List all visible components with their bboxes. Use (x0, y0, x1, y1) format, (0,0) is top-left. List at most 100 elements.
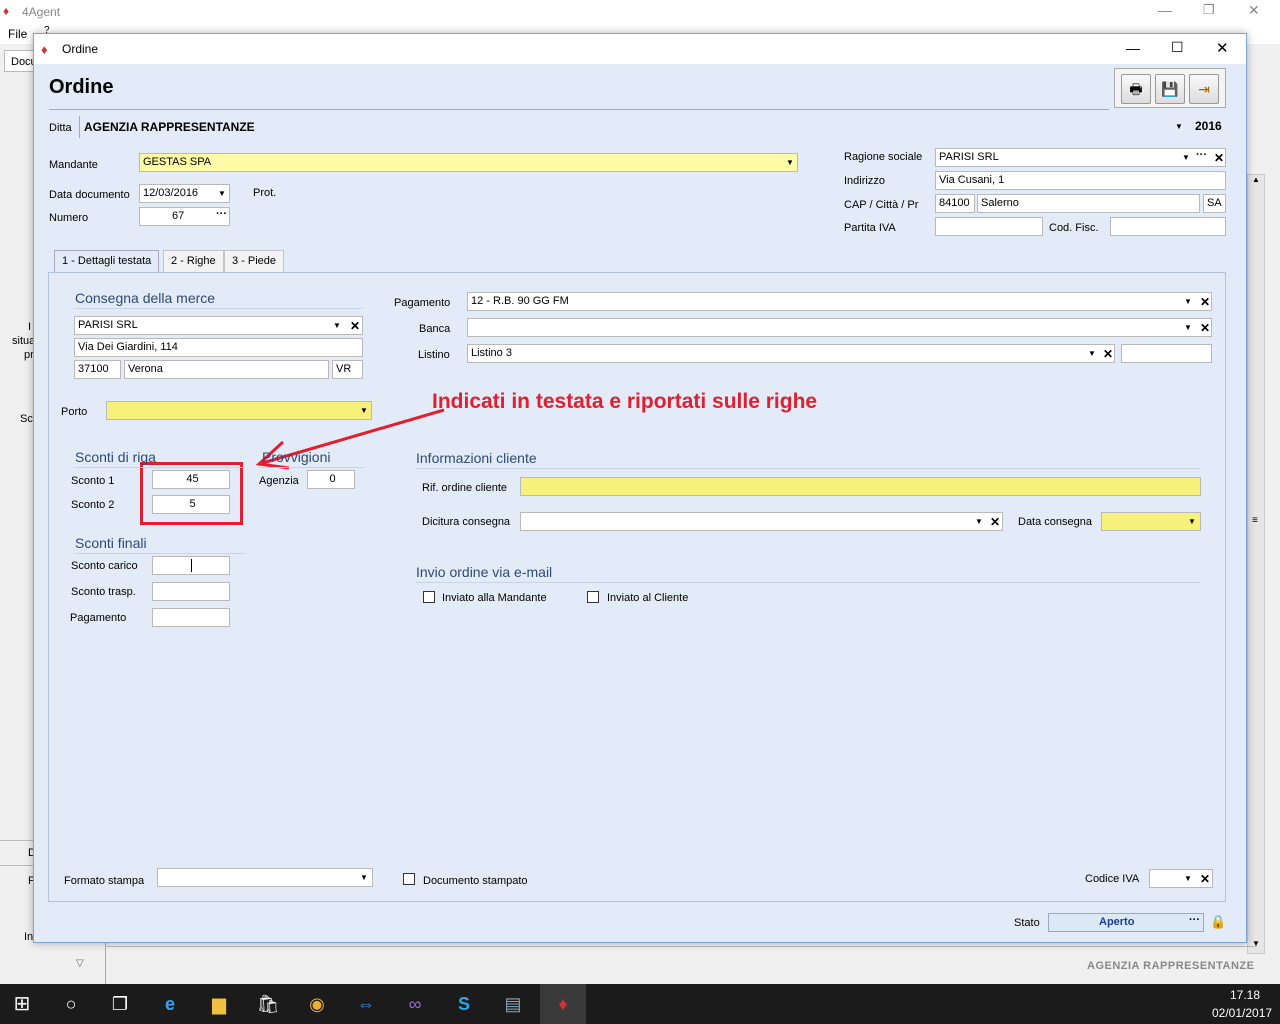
consegna-name-combo[interactable]: PARISI SRL ▼ ✕ (74, 316, 363, 335)
sconto-trasp-field[interactable] (152, 582, 230, 601)
indirizzo-field[interactable]: Via Cusani, 1 (935, 171, 1226, 190)
search-icon[interactable]: ○ (55, 988, 87, 1020)
save-button[interactable]: 💾 (1155, 74, 1185, 104)
main-scrollbar[interactable]: ▲ ≡ ▼ (1247, 174, 1265, 954)
skype-icon[interactable]: S (448, 988, 480, 1020)
ragione-clear-icon[interactable]: ✕ (1214, 152, 1224, 164)
side-text-1: I (28, 321, 32, 333)
ditta-value: AGENZIA RAPPRESENTANZE (84, 120, 255, 134)
citta-field[interactable]: Salerno (977, 194, 1200, 213)
sconto2-field[interactable]: 5 (152, 495, 230, 514)
dialog-close-icon[interactable]: ✕ (1216, 39, 1229, 57)
lock-icon[interactable]: 🔒 (1210, 914, 1226, 930)
agenzia-field[interactable]: 0 (307, 470, 355, 489)
ragione-dropdown-icon[interactable]: ▼ (1182, 154, 1190, 162)
dialog-minimize-icon[interactable]: — (1126, 40, 1140, 56)
file-explorer-icon[interactable]: ▆ (203, 988, 235, 1020)
visual-studio-icon[interactable]: ∞ (399, 988, 431, 1020)
dialog-logo-icon: ♦ (41, 42, 48, 57)
scroll-grip-icon[interactable]: ≡ (1252, 515, 1258, 526)
listino-dropdown-icon[interactable]: ▼ (1088, 350, 1096, 358)
tab-piede[interactable]: 3 - Piede (224, 250, 285, 272)
mandante-combo[interactable]: GESTAS SPA ▼ (139, 153, 798, 172)
4agent-taskbar-icon[interactable]: ♦ (540, 984, 586, 1024)
consegna-cap-field[interactable]: 37100 (74, 360, 121, 379)
print-button[interactable]: 🖶 (1121, 74, 1151, 104)
sconto-pagamento-field[interactable] (152, 608, 230, 627)
rif-ordine-label: Rif. ordine cliente (422, 482, 507, 494)
cap-field[interactable]: 84100 (935, 194, 975, 213)
sconto-carico-field[interactable] (152, 556, 230, 575)
menu-file[interactable]: File (8, 27, 27, 41)
dicitura-combo[interactable]: ▼ ✕ (520, 512, 1003, 531)
banca-dropdown-icon[interactable]: ▼ (1184, 324, 1192, 332)
dialog-title: Ordine (62, 42, 99, 56)
side-text-4: Sc (20, 413, 33, 425)
listino-clear-icon[interactable]: ✕ (1103, 348, 1113, 360)
listino-extra-field[interactable] (1121, 344, 1212, 363)
info-cliente-title: Informazioni cliente (416, 450, 537, 466)
pagamento-clear-icon[interactable]: ✕ (1200, 296, 1210, 308)
mandante-dropdown-icon[interactable]: ▼ (786, 159, 794, 167)
main-minimize-icon[interactable]: — (1158, 2, 1172, 18)
tab-righe[interactable]: 2 - Righe (163, 250, 224, 272)
codice-iva-combo[interactable]: ▼ ✕ (1149, 869, 1213, 888)
windows-start-icon[interactable]: ⊞ (6, 988, 38, 1020)
inviato-cliente-checkbox[interactable] (587, 591, 599, 603)
mandante-value: GESTAS SPA (143, 156, 212, 168)
dicitura-dropdown-icon[interactable]: ▼ (975, 518, 983, 526)
sconto1-field[interactable]: 45 (152, 470, 230, 489)
banca-label: Banca (419, 323, 451, 335)
scroll-up-icon[interactable]: ▲ (1252, 175, 1260, 184)
piva-field[interactable] (935, 217, 1043, 236)
side-arrow-icon[interactable]: ▽ (76, 958, 84, 969)
data-consegna-label: Data consegna (1018, 516, 1092, 528)
banca-clear-icon[interactable]: ✕ (1200, 322, 1210, 334)
banca-combo[interactable]: ▼ ✕ (467, 318, 1212, 337)
data-consegna-field[interactable]: ▼ (1101, 512, 1201, 531)
codice-iva-clear-icon[interactable]: ✕ (1200, 873, 1210, 885)
data-doc-dropdown-icon[interactable]: ▼ (218, 190, 226, 198)
task-view-icon[interactable]: ❐ (104, 988, 136, 1020)
dialog-maximize-icon[interactable]: ☐ (1171, 39, 1184, 56)
numero-field[interactable]: 67 ··· (139, 207, 230, 226)
documento-stampato-checkbox[interactable] (403, 873, 415, 885)
consegna-name-dropdown-icon[interactable]: ▼ (333, 322, 341, 330)
ditta-combo[interactable]: AGENZIA RAPPRESENTANZE ▼ (79, 116, 1184, 138)
store-icon[interactable]: 🛍 (252, 988, 284, 1020)
stato-field[interactable]: Aperto ··· (1048, 913, 1204, 932)
main-close-icon[interactable]: ✕ (1248, 2, 1260, 19)
pagamento-dropdown-icon[interactable]: ▼ (1184, 298, 1192, 306)
stato-more-icon[interactable]: ··· (1189, 914, 1200, 929)
codice-iva-dropdown-icon[interactable]: ▼ (1184, 875, 1192, 883)
inviato-mandante-checkbox[interactable] (423, 591, 435, 603)
listino-value: Listino 3 (471, 347, 512, 359)
teamviewer-icon[interactable]: ⇔ (350, 988, 382, 1020)
listino-combo[interactable]: Listino 3 ▼ ✕ (467, 344, 1115, 363)
ditta-dropdown-icon[interactable]: ▼ (1175, 123, 1183, 131)
exit-button[interactable]: ⇥ (1189, 74, 1219, 104)
ragione-combo[interactable]: PARISI SRL ▼ ··· ✕ (935, 148, 1226, 167)
tab-dettagli-testata[interactable]: 1 - Dettagli testata (54, 250, 160, 273)
ragione-more-icon[interactable]: ··· (1196, 149, 1207, 164)
email-title: Invio ordine via e-mail (416, 564, 553, 580)
pr-field[interactable]: SA (1203, 194, 1226, 213)
consegna-address-field[interactable]: Via Dei Giardini, 114 (74, 338, 363, 357)
dicitura-clear-icon[interactable]: ✕ (990, 516, 1000, 528)
chrome-icon[interactable]: ◉ (301, 988, 333, 1020)
consegna-prov-field[interactable]: VR (332, 360, 363, 379)
codfisc-field[interactable] (1110, 217, 1226, 236)
formato-stampa-combo[interactable]: ▼ (157, 868, 373, 887)
codfisc-label: Cod. Fisc. (1049, 222, 1099, 234)
data-consegna-dropdown-icon[interactable]: ▼ (1188, 518, 1196, 526)
pagamento-combo[interactable]: 12 - R.B. 90 GG FM ▼ ✕ (467, 292, 1212, 311)
main-restore-icon[interactable]: ❐ (1203, 2, 1215, 18)
consegna-name-clear-icon[interactable]: ✕ (350, 320, 360, 332)
numero-more-icon[interactable]: ··· (216, 208, 227, 223)
formato-stampa-dropdown-icon[interactable]: ▼ (360, 874, 368, 882)
data-doc-field[interactable]: 12/03/2016 ▼ (139, 184, 230, 203)
app-folder-icon[interactable]: ▤ (497, 988, 529, 1020)
consegna-city-field[interactable]: Verona (124, 360, 329, 379)
rif-ordine-field[interactable] (520, 477, 1201, 496)
edge-icon[interactable]: e (154, 988, 186, 1020)
